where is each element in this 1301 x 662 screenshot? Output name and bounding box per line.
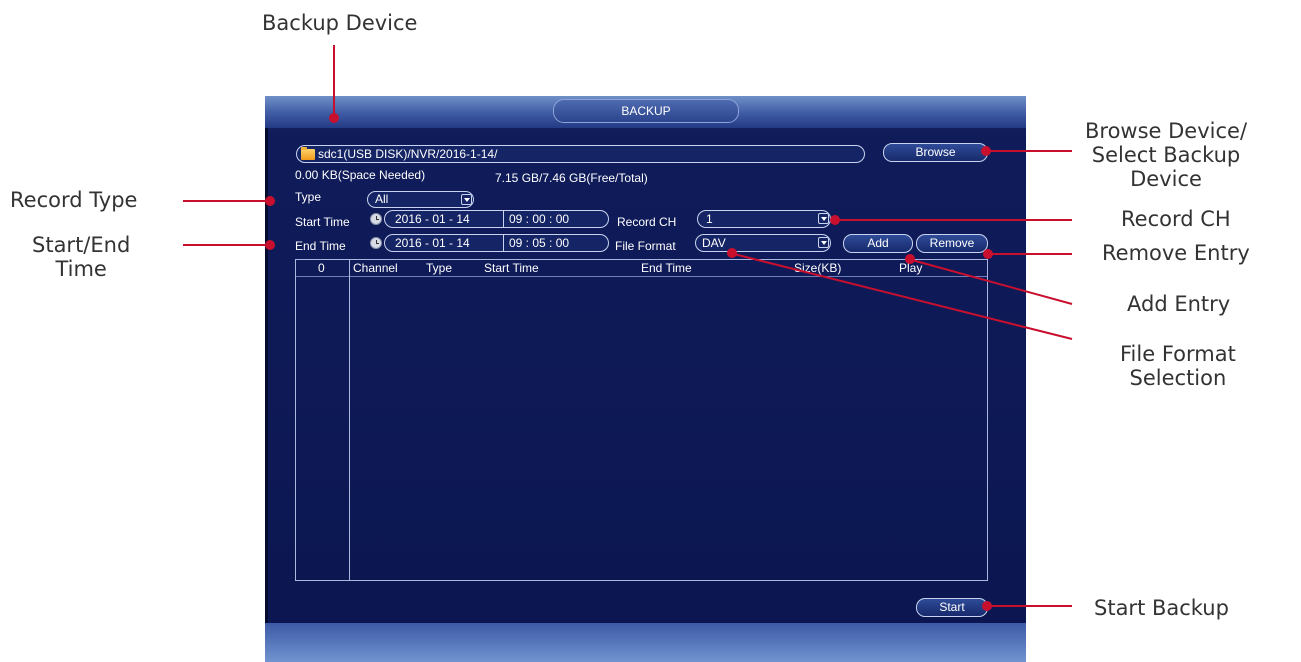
leader-dot	[830, 215, 840, 225]
leader-add-entry	[911, 259, 1073, 305]
leader-dot	[983, 249, 993, 259]
leader-dot	[905, 254, 915, 264]
leader-dot	[265, 240, 275, 250]
leader-dot	[981, 146, 991, 156]
leader-dot	[982, 601, 992, 611]
leader-file-format	[733, 253, 1073, 340]
annotation-leaders	[183, 45, 1073, 611]
leader-dot	[265, 196, 275, 206]
leader-dot	[329, 113, 339, 123]
leader-dot	[727, 248, 737, 258]
